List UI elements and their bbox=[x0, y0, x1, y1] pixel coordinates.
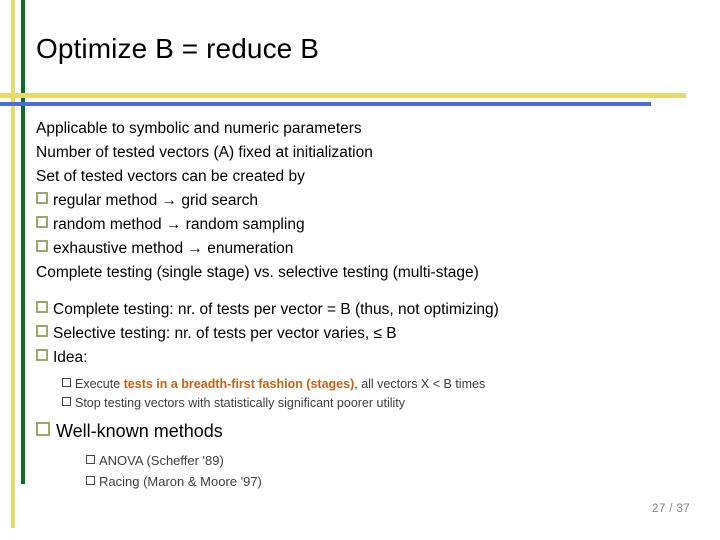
slide-body: Applicable to symbolic and numeric param… bbox=[36, 117, 696, 492]
left-yellow-vertical-rule bbox=[11, 0, 15, 528]
body-line: Applicable to symbolic and numeric param… bbox=[36, 117, 696, 141]
bullet-item-label: regular method → grid search bbox=[53, 192, 259, 209]
slide-title: Optimize B = reduce B bbox=[36, 33, 320, 64]
bullet-item-label: Complete testing: nr. of tests per vecto… bbox=[53, 301, 499, 318]
body-line-text: Number of tested vectors (A) fixed at in… bbox=[36, 144, 373, 161]
sub-bullet-item: Racing (Maron & Moore '97) bbox=[36, 471, 696, 492]
bullet-item: Complete testing: nr. of tests per vecto… bbox=[36, 298, 696, 322]
sub-bullet-item: ANOVA (Scheffer '89) bbox=[36, 450, 696, 471]
page-number: 27 / 37 bbox=[652, 503, 690, 515]
bullet-item: random method → random sampling bbox=[36, 213, 696, 237]
left-green-vertical-rule bbox=[21, 0, 25, 484]
bullet-item: Idea: bbox=[36, 346, 696, 370]
square-bullet-icon bbox=[36, 192, 48, 204]
bullet-item: Selective testing: nr. of tests per vect… bbox=[36, 322, 696, 346]
body-line: Number of tested vectors (A) fixed at in… bbox=[36, 141, 696, 165]
square-bullet-icon bbox=[36, 301, 48, 313]
body-line-text: Set of tested vectors can be created by bbox=[36, 168, 305, 185]
square-bullet-icon bbox=[36, 422, 50, 436]
bullet-item-label: Well-known methods bbox=[56, 421, 223, 441]
body-line-text: Complete testing (single stage) vs. sele… bbox=[36, 264, 479, 281]
body-line: Complete testing (single stage) vs. sele… bbox=[36, 261, 696, 285]
square-bullet-icon bbox=[36, 349, 48, 361]
square-bullet-icon bbox=[36, 325, 48, 337]
square-bullet-icon bbox=[62, 378, 71, 387]
body-line: Set of tested vectors can be created by bbox=[36, 165, 696, 189]
sub-bullet-item: Stop testing vectors with statistically … bbox=[36, 394, 696, 413]
bullet-item: regular method → grid search bbox=[36, 189, 696, 213]
bullet-item: Well-known methods bbox=[36, 418, 696, 445]
square-bullet-icon bbox=[86, 476, 95, 485]
header-yellow-horizontal-rule bbox=[0, 93, 686, 98]
bullet-item: exhaustive method → enumeration bbox=[36, 237, 696, 261]
bullet-item-label: random method → random sampling bbox=[53, 216, 305, 233]
sub-bullet-item-label: ANOVA (Scheffer '89) bbox=[99, 453, 224, 468]
sub-bullet-seg: Execute bbox=[75, 377, 124, 391]
square-bullet-icon bbox=[36, 216, 48, 228]
sub-bullet-item: Execute tests in a breadth-first fashion… bbox=[36, 375, 696, 394]
bullet-item-label: exhaustive method → enumeration bbox=[53, 240, 294, 257]
square-bullet-icon bbox=[36, 240, 48, 252]
slide-canvas: Optimize B = reduce B Applicable to symb… bbox=[0, 0, 720, 540]
sub-bullet-seg-accent: tests in a breadth-first fashion (stages… bbox=[123, 377, 355, 391]
sub-bullet-seg: Stop testing vectors with statistically … bbox=[75, 396, 405, 410]
body-line-text: Applicable to symbolic and numeric param… bbox=[36, 120, 362, 137]
sub-bullet-item-label: Racing (Maron & Moore '97) bbox=[99, 474, 262, 489]
bullet-item-label: Idea: bbox=[53, 349, 88, 366]
bullet-item-label: Selective testing: nr. of tests per vect… bbox=[53, 325, 397, 342]
header-blue-horizontal-rule bbox=[0, 102, 651, 106]
square-bullet-icon bbox=[86, 455, 95, 464]
sub-bullet-seg: , all vectors X < B times bbox=[354, 377, 486, 391]
square-bullet-icon bbox=[62, 397, 71, 406]
